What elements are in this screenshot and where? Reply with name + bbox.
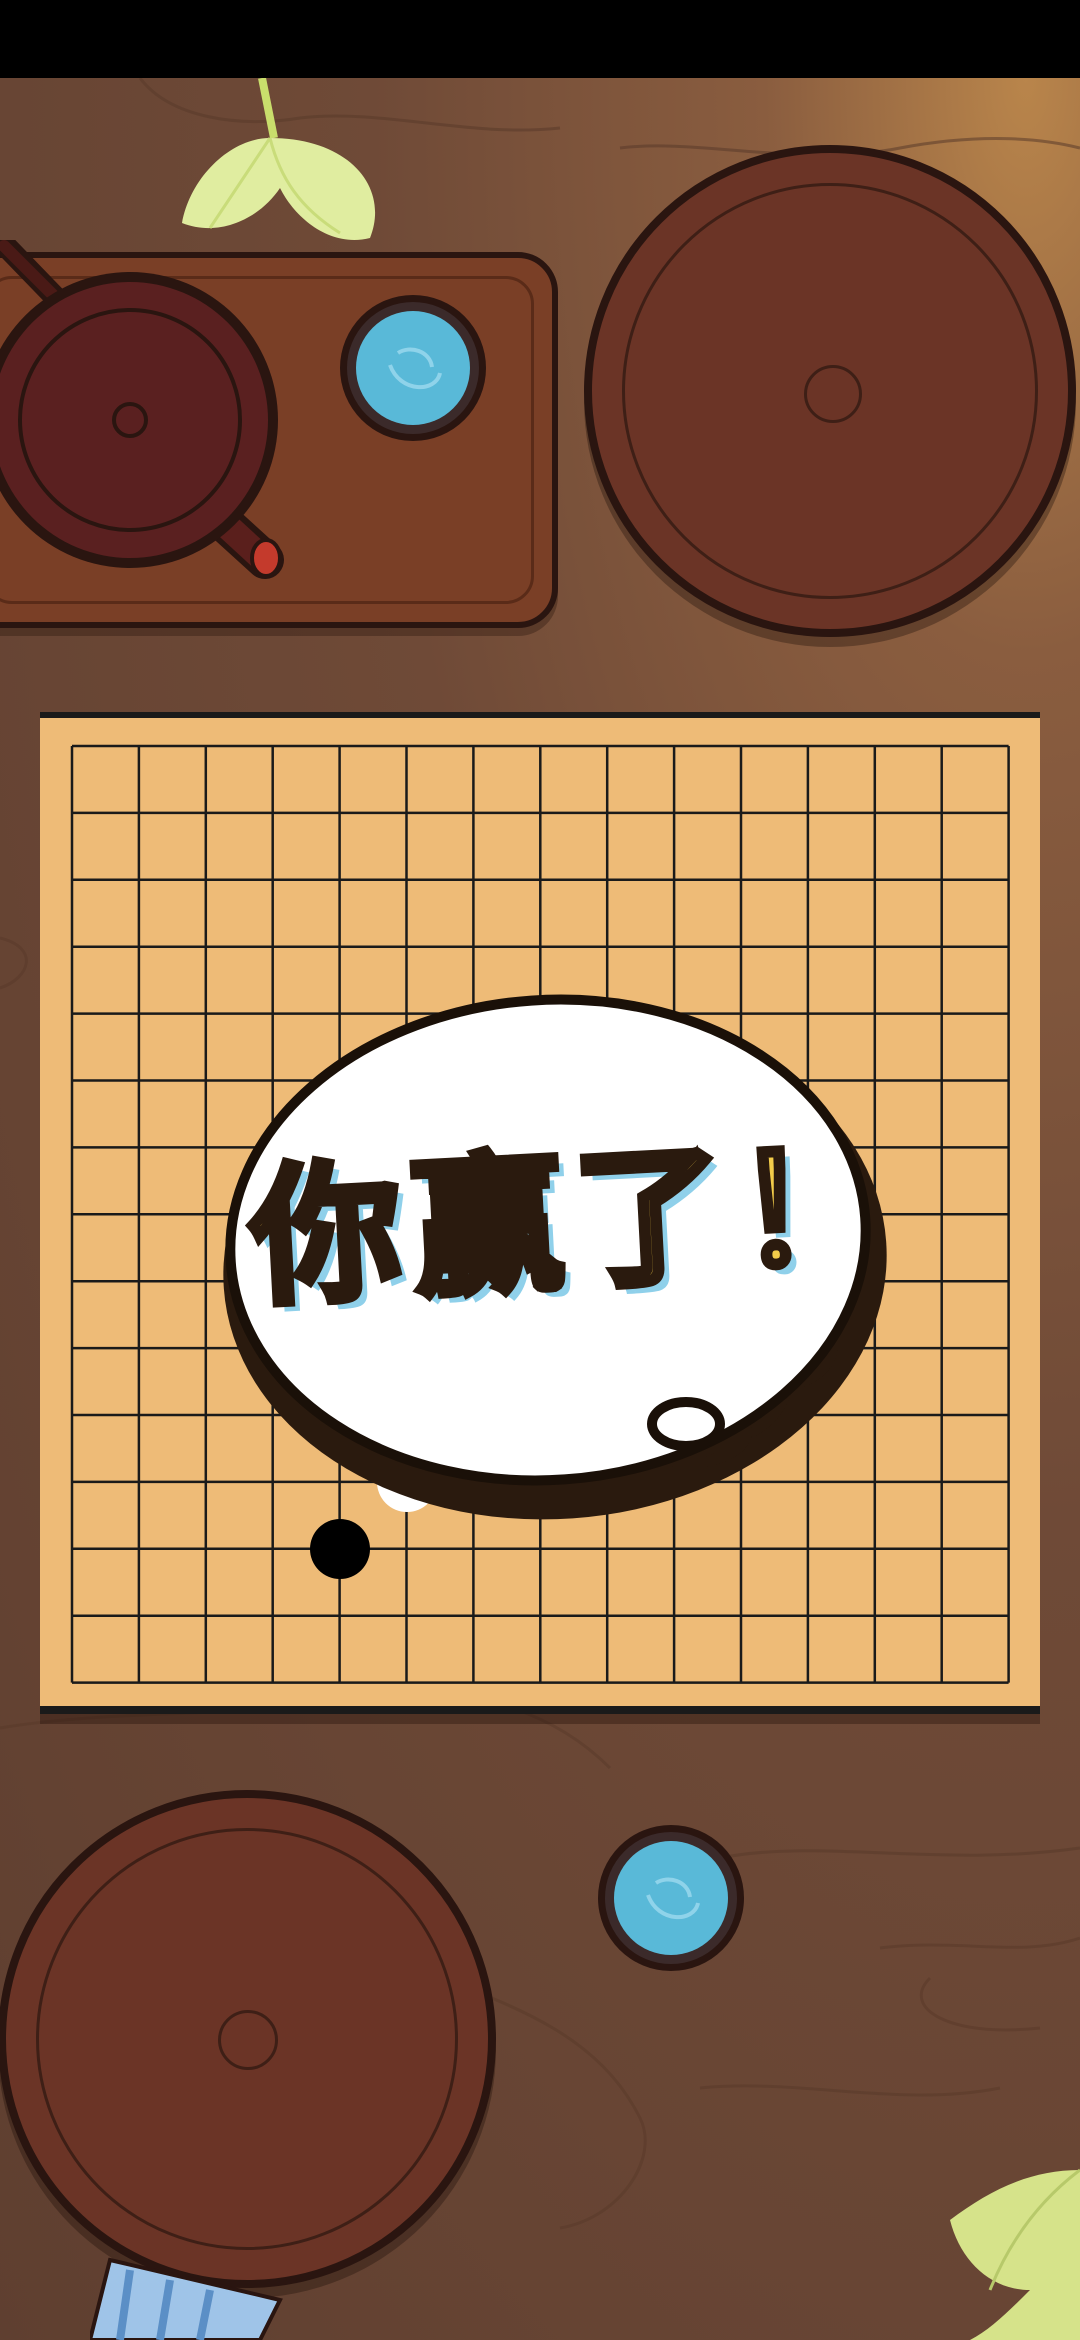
ginkgo-leaf-icon-bottom [950, 2168, 1080, 2340]
black-stone [309, 1518, 370, 1579]
stone-bowl-bottom [0, 1790, 496, 2288]
ginkgo-leaf-icon [182, 78, 376, 240]
stone-bowl-top [584, 145, 1076, 637]
white-stone [309, 1385, 370, 1445]
tea-cup-icon [340, 295, 486, 441]
status-bar [0, 0, 1080, 78]
tea-cup-icon-bottom [598, 1825, 744, 1971]
water-bottle-icon [90, 2257, 283, 2340]
win-message: 你赢了！ [243, 1115, 906, 1330]
white-stone [443, 1385, 504, 1445]
white-stone [376, 1451, 437, 1512]
teapot-icon [0, 240, 284, 579]
